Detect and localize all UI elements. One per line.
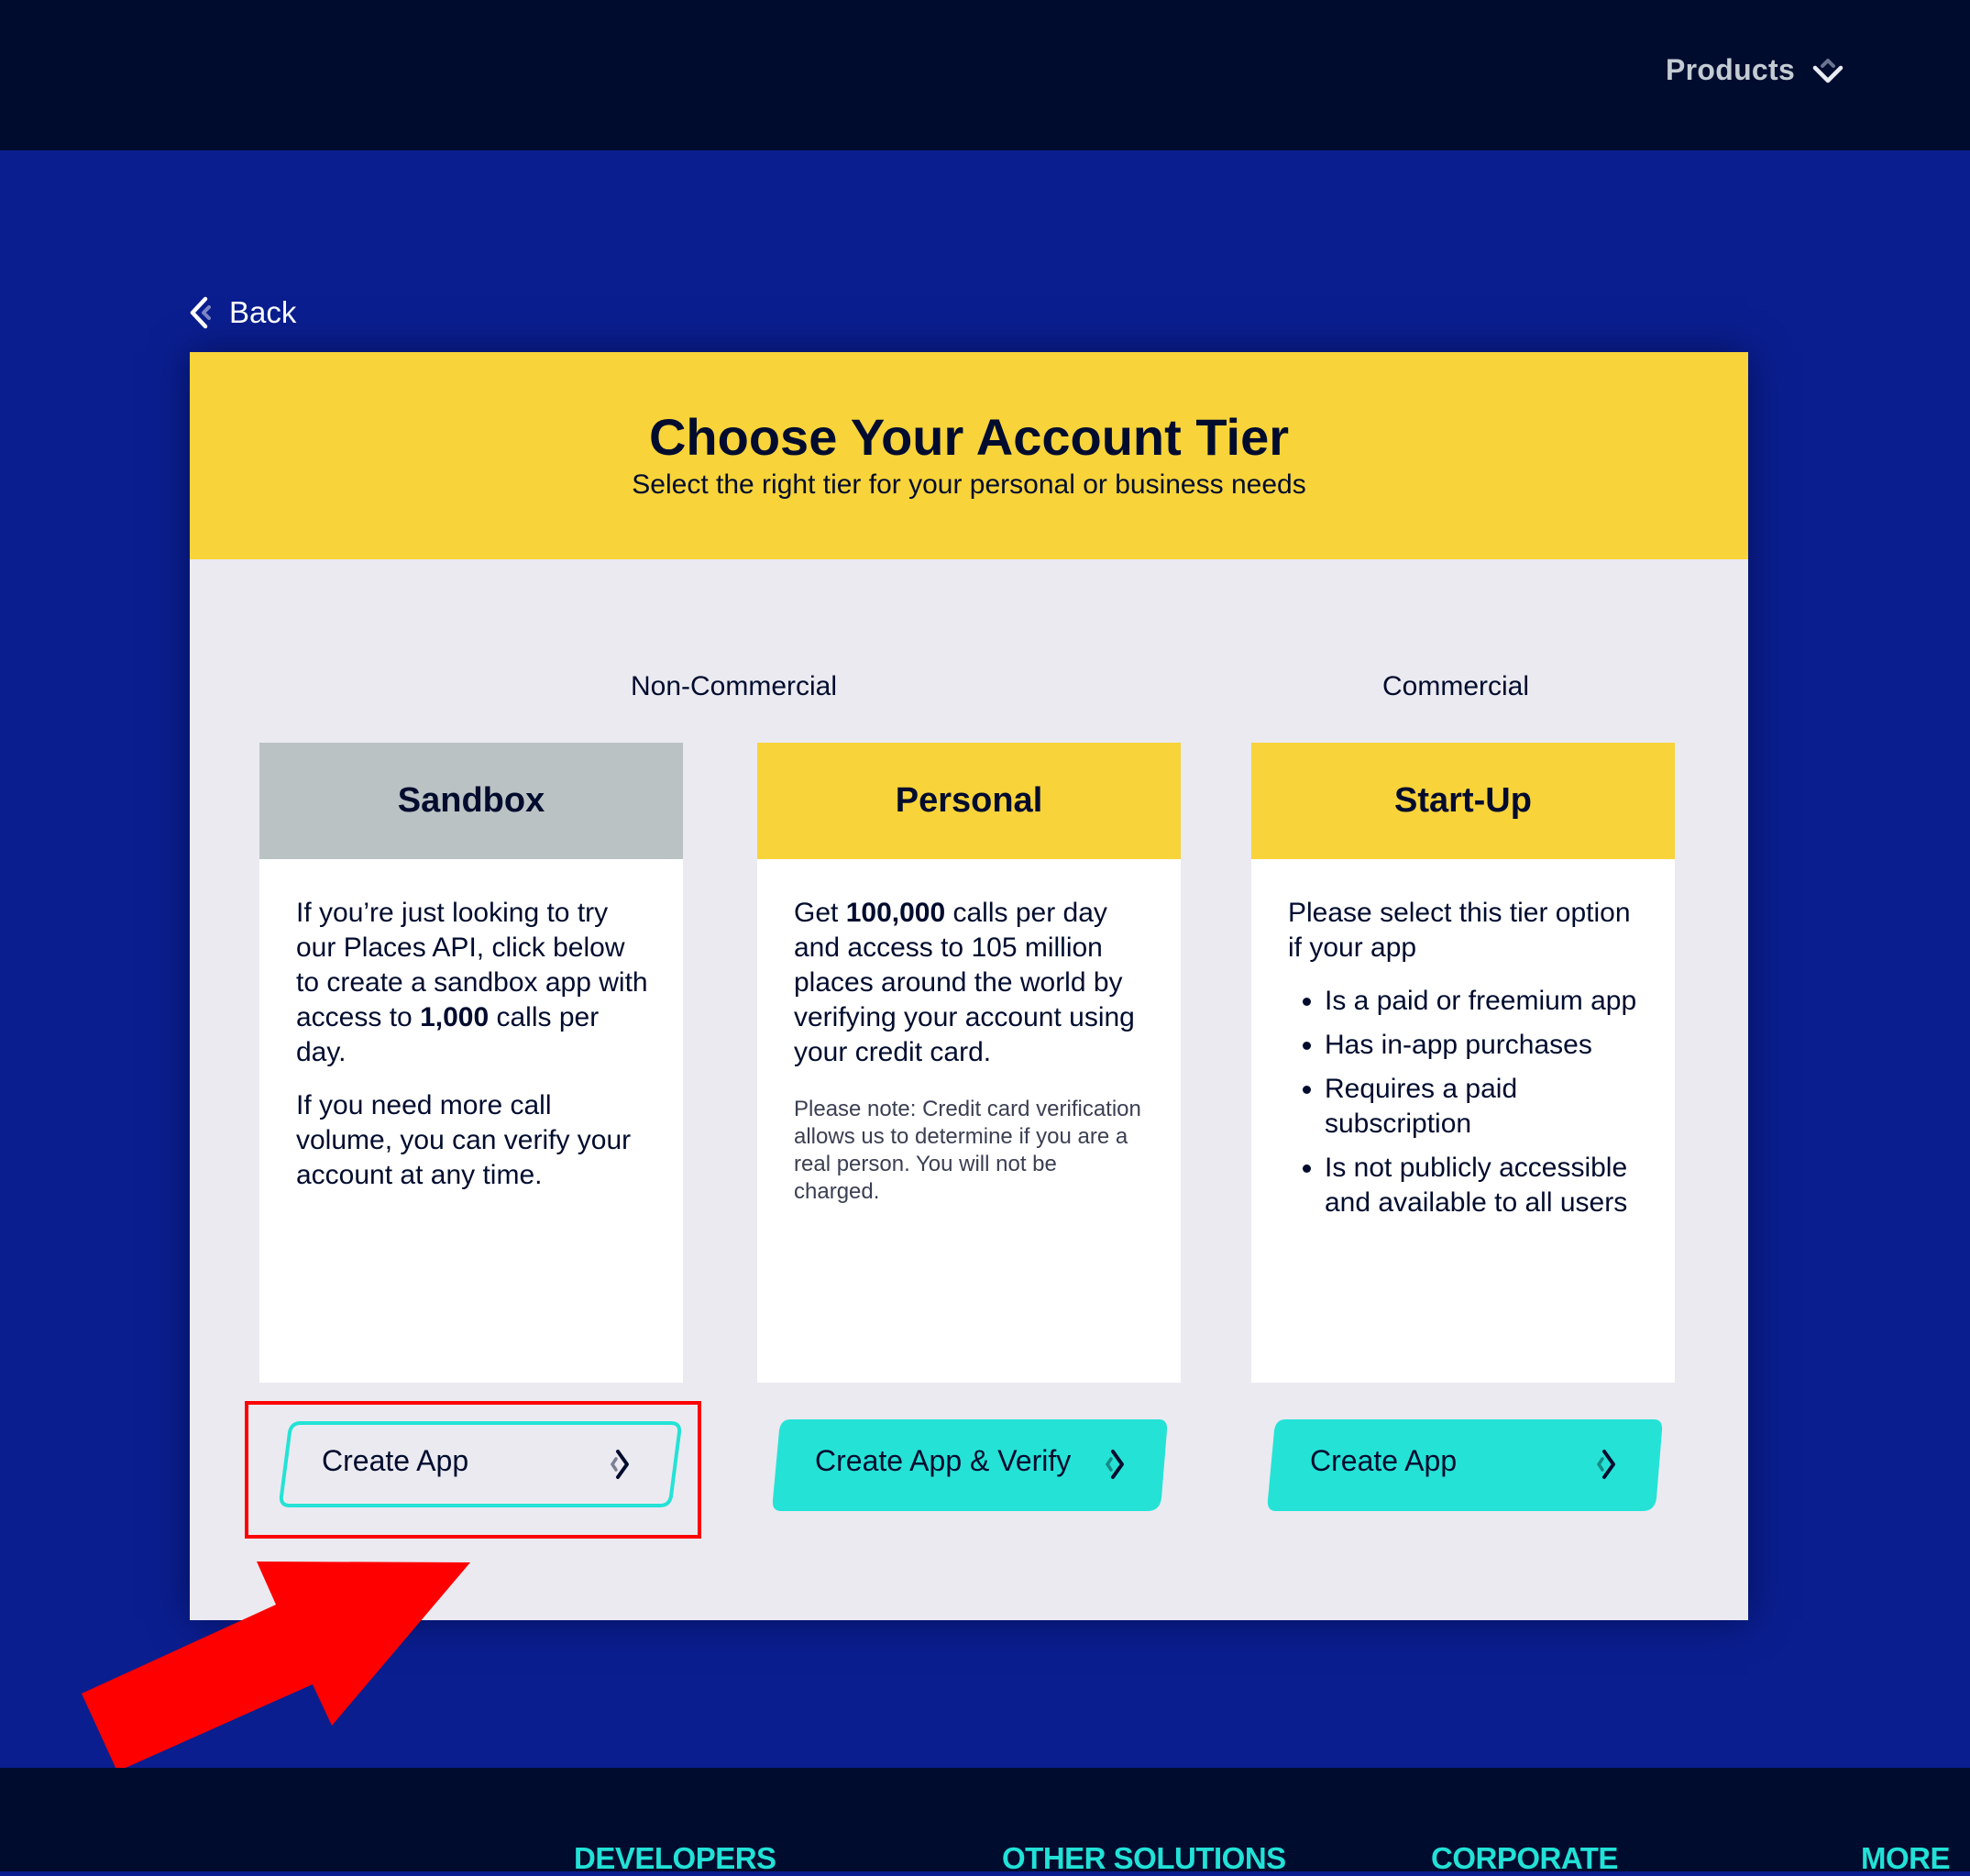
- back-label: Back: [229, 295, 297, 329]
- tier-header: Start-Up: [1251, 743, 1675, 859]
- tier-description: If you need more call volume, you can ve…: [296, 1090, 632, 1190]
- card-header: Choose Your Account Tier Select the righ…: [190, 352, 1748, 559]
- page-title: Choose Your Account Tier: [648, 408, 1290, 466]
- tier-start-up: Start-Up Please select this tier option …: [1251, 743, 1675, 1383]
- tier-sandbox: Sandbox If you’re just looking to try ou…: [259, 743, 683, 1383]
- tier-body: Get 100,000 calls per day and access to …: [757, 859, 1181, 1383]
- footer: DEVELOPERS OTHER SOLUTIONS CORPORATE MOR…: [0, 1768, 1970, 1875]
- chevron-down-icon: [1812, 58, 1843, 83]
- page-subtitle: Select the right tier for your personal …: [632, 469, 1306, 500]
- top-navigation-bar: Products: [0, 0, 1970, 150]
- tier-criteria-list: Is a paid or freemium app Has in-app pur…: [1288, 984, 1640, 1220]
- startup-create-app-button[interactable]: Create App: [1267, 1419, 1663, 1511]
- footer-heading-more[interactable]: MORE: [1861, 1841, 1951, 1876]
- footer-heading-developers[interactable]: DEVELOPERS: [574, 1841, 776, 1876]
- button-label: Create App: [1310, 1444, 1458, 1477]
- back-link[interactable]: Back: [189, 295, 296, 330]
- tier-description: If you’re just looking to try our Places…: [296, 898, 648, 1067]
- list-item: Is not publicly accessible and available…: [1325, 1151, 1640, 1220]
- tier-header: Personal: [757, 743, 1181, 859]
- button-label: Create App & Verify: [815, 1444, 1072, 1477]
- tier-header: Sandbox: [259, 743, 683, 859]
- chevron-left-icon: [190, 296, 211, 329]
- tier-body: If you’re just looking to try our Places…: [259, 859, 683, 1383]
- group-label-commercial: Commercial: [1381, 671, 1530, 701]
- footer-heading-other-solutions[interactable]: OTHER SOLUTIONS: [1002, 1841, 1286, 1876]
- tier-description: Please select this tier option if your a…: [1288, 898, 1631, 963]
- tier-body: Please select this tier option if your a…: [1251, 859, 1675, 1383]
- tier-note: Please note: Credit card verification al…: [794, 1097, 1141, 1204]
- products-menu-label: Products: [1666, 53, 1796, 86]
- chevron-right-icon: [1596, 1450, 1615, 1479]
- footer-heading-corporate[interactable]: CORPORATE: [1431, 1841, 1618, 1876]
- products-menu[interactable]: Products: [1666, 53, 1844, 87]
- list-item: Is a paid or freemium app: [1325, 984, 1640, 1019]
- chevron-right-icon: [1105, 1450, 1124, 1479]
- personal-create-app-verify-button[interactable]: Create App & Verify: [772, 1419, 1168, 1511]
- group-label-non-commercial: Non-Commercial: [630, 671, 838, 701]
- list-item: Requires a paid subscription: [1325, 1072, 1640, 1142]
- tier-personal: Personal Get 100,000 calls per day and a…: [757, 743, 1181, 1383]
- tier-description: Get 100,000 calls per day and access to …: [794, 898, 1135, 1067]
- highlight-box: [245, 1401, 701, 1539]
- list-item: Has in-app purchases: [1325, 1028, 1640, 1063]
